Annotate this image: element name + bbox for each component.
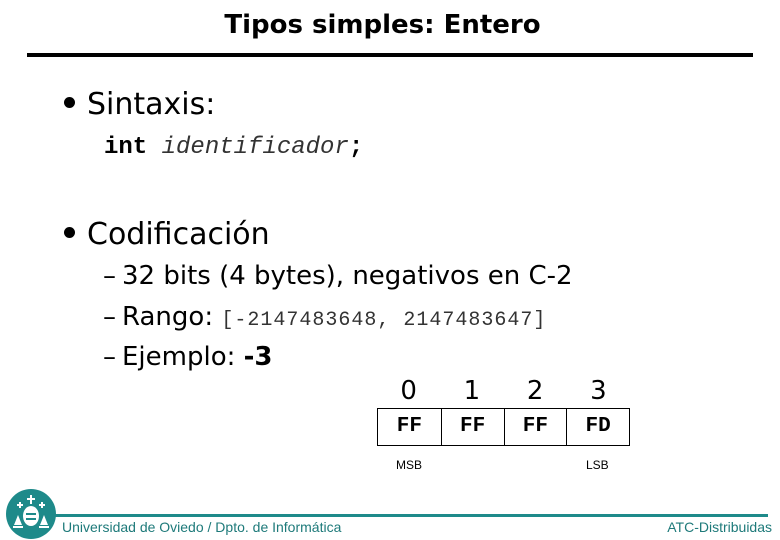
title-divider: [27, 53, 753, 57]
lsb-label: LSB: [586, 458, 609, 472]
footer-divider: [55, 514, 768, 517]
university-crest-icon: [6, 489, 56, 539]
code-keyword: int: [104, 134, 148, 161]
footer-course: ATC-Distribuidas: [667, 519, 772, 535]
syntax-code: int identificador;: [104, 134, 363, 161]
bullet-label: Codificación: [87, 217, 270, 252]
subitem-rango: – Rango: [-2147483648, 2147483647]: [103, 302, 546, 336]
byte-index-row: 0 1 2 3: [377, 375, 630, 408]
subitem-text: 32 bits (4 bytes), negativos en C-2: [122, 261, 573, 291]
dash-icon: –: [103, 261, 116, 291]
subitem-label: Rango:: [122, 302, 214, 332]
byte-cell-row: FF FF FF FD: [377, 408, 630, 446]
bullet-dot-icon: [64, 227, 75, 238]
subitem-ejemplo: – Ejemplo: -3: [103, 342, 273, 372]
byte-index: 0: [400, 376, 417, 406]
byte-table: 0 1 2 3 FF FF FF FD: [377, 375, 630, 446]
byte-cell: FF: [503, 409, 567, 445]
subitem-bits: –32 bits (4 bytes), negativos en C-2: [103, 261, 573, 291]
range-value: [-2147483648, 2147483647]: [221, 309, 547, 332]
bullet-label: Sintaxis:: [87, 87, 216, 122]
dash-icon: –: [103, 342, 116, 372]
code-terminator: ;: [348, 134, 364, 161]
bullet-dot-icon: [64, 97, 75, 108]
code-identifier: identificador: [161, 134, 349, 161]
byte-cell: FF: [440, 409, 504, 445]
example-value: -3: [243, 342, 273, 372]
bullet-codificacion: Codificación: [64, 218, 270, 252]
footer-institution: Universidad de Oviedo / Dpto. de Informá…: [62, 519, 342, 535]
subitem-label: Ejemplo:: [122, 342, 236, 372]
byte-index: 1: [463, 376, 481, 406]
byte-index: 2: [526, 376, 544, 406]
byte-index: 3: [590, 376, 607, 406]
msb-label: MSB: [396, 458, 423, 472]
bullet-sintaxis: Sintaxis:: [64, 88, 215, 122]
dash-icon: –: [103, 302, 116, 332]
slide-title: Tipos simples: Entero: [224, 10, 541, 40]
byte-cell: FF: [396, 415, 422, 438]
byte-cell: FD: [566, 409, 629, 445]
